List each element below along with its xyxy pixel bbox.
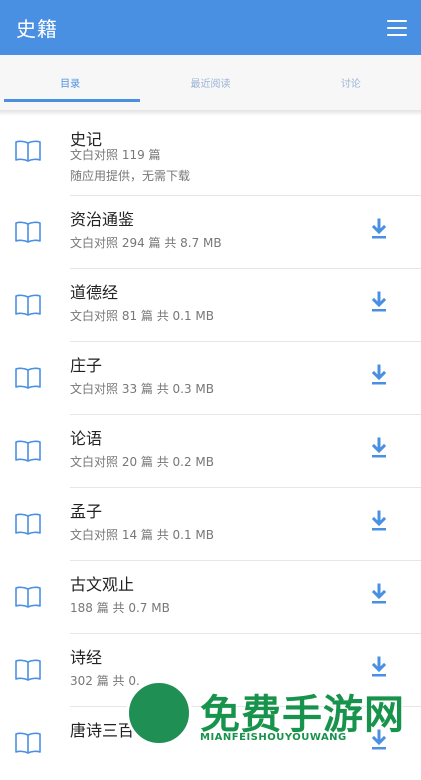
book-list: 史记 文白对照 119 篇 随应用提供，无需下载 资治通鉴 文白对照 294 篇…: [0, 116, 421, 780]
book-icon: [15, 440, 41, 462]
book-icon: [15, 140, 41, 162]
download-icon[interactable]: [369, 583, 389, 605]
tab-recent-reading[interactable]: 最近阅读: [140, 55, 280, 110]
book-row[interactable]: 史记 文白对照 119 篇 随应用提供，无需下载: [0, 116, 421, 196]
download-icon[interactable]: [369, 364, 389, 386]
book-icon: [15, 221, 41, 243]
book-title: 道德经: [70, 283, 119, 302]
app-bar: 史籍: [0, 0, 421, 55]
book-info: 文白对照 33 篇 共 0.3 MB: [70, 382, 215, 396]
download-icon[interactable]: [369, 291, 389, 313]
book-title: 孟子: [70, 502, 103, 521]
book-icon: [15, 367, 41, 389]
download-icon[interactable]: [369, 510, 389, 532]
book-note: 随应用提供，无需下载: [70, 169, 191, 183]
tab-discussion[interactable]: 讨论: [281, 55, 421, 110]
book-icon: [15, 659, 41, 681]
menu-icon[interactable]: [387, 19, 407, 36]
book-title: 唐诗三百: [70, 721, 135, 740]
book-row[interactable]: 诗经 302 篇 共 0.: [0, 634, 421, 707]
book-info: 文白对照 119 篇: [70, 148, 161, 162]
book-info: 文白对照 294 篇 共 8.7 MB: [70, 236, 222, 250]
book-row[interactable]: 古文观止 188 篇 共 0.7 MB: [0, 561, 421, 634]
book-row[interactable]: 论语 文白对照 20 篇 共 0.2 MB: [0, 415, 421, 488]
book-title: 庄子: [70, 356, 103, 375]
download-icon[interactable]: [369, 656, 389, 678]
book-icon: [15, 294, 41, 316]
book-row[interactable]: 孟子 文白对照 14 篇 共 0.1 MB: [0, 488, 421, 561]
book-icon: [15, 586, 41, 608]
book-row[interactable]: 道德经 文白对照 81 篇 共 0.1 MB: [0, 269, 421, 342]
book-title: 论语: [70, 429, 103, 448]
book-title: 古文观止: [70, 575, 135, 594]
book-row[interactable]: 庄子 文白对照 33 篇 共 0.3 MB: [0, 342, 421, 415]
book-info: 文白对照 81 篇 共 0.1 MB: [70, 309, 215, 323]
tab-catalog[interactable]: 目录: [0, 55, 141, 110]
tab-bar: 目录 最近阅读 讨论: [0, 55, 421, 110]
book-info: 188 篇 共 0.7 MB: [70, 601, 170, 615]
book-info: 文白对照 14 篇 共 0.1 MB: [70, 528, 215, 542]
book-info: 302 篇 共 0.: [70, 674, 140, 688]
book-title: 诗经: [70, 648, 103, 667]
app-title: 史籍: [16, 17, 58, 41]
book-row[interactable]: 唐诗三百: [0, 707, 421, 780]
book-row[interactable]: 资治通鉴 文白对照 294 篇 共 8.7 MB: [0, 196, 421, 269]
download-icon[interactable]: [369, 437, 389, 459]
book-icon: [15, 513, 41, 535]
book-info: 文白对照 20 篇 共 0.2 MB: [70, 455, 215, 469]
download-icon[interactable]: [369, 218, 389, 240]
download-icon[interactable]: [369, 729, 389, 751]
book-icon: [15, 732, 41, 754]
book-title: 资治通鉴: [70, 210, 135, 229]
